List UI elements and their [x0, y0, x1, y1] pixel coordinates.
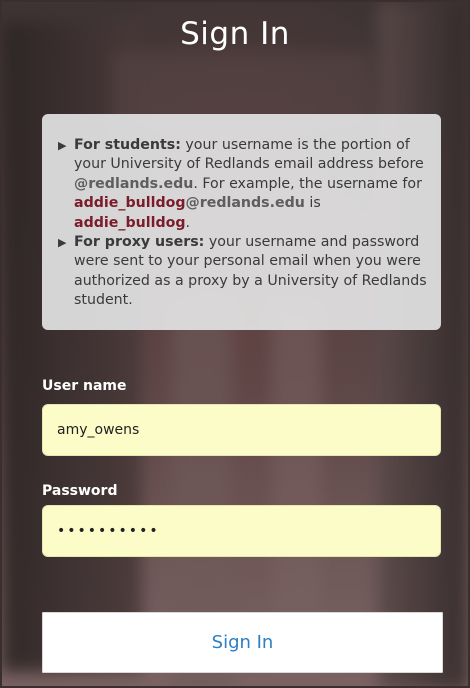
- example-domain: @redlands.edu: [185, 195, 305, 212]
- background-pillar-right: [378, 2, 468, 686]
- domain-text: @redlands.edu: [74, 175, 194, 192]
- students-lead: For students:: [74, 137, 181, 153]
- example-result-username: addie_bulldog: [74, 214, 186, 231]
- username-help-box: ▶ For students: your username is the por…: [42, 114, 441, 330]
- students-text: is: [304, 195, 321, 212]
- page-title: Sign In: [180, 16, 290, 52]
- students-text: .: [185, 214, 191, 231]
- triangle-bullet-icon: ▶: [58, 236, 67, 250]
- triangle-bullet-icon: ▶: [58, 139, 67, 152]
- username-label: User name: [42, 378, 127, 394]
- example-username: addie_bulldog: [74, 195, 186, 212]
- students-help-item: ▶ For students: your username is the por…: [58, 136, 427, 233]
- username-input[interactable]: [42, 404, 441, 456]
- sign-in-button[interactable]: Sign In: [42, 612, 443, 673]
- password-label: Password: [42, 483, 118, 499]
- proxy-lead: For proxy users:: [74, 234, 205, 251]
- proxy-help-item: ▶ For proxy users: your username and pas…: [58, 233, 427, 311]
- sign-in-panel: Sign In ▶ For students: your username is…: [0, 0, 470, 688]
- password-input[interactable]: [42, 505, 441, 557]
- students-text: . For example, the username for: [193, 175, 422, 192]
